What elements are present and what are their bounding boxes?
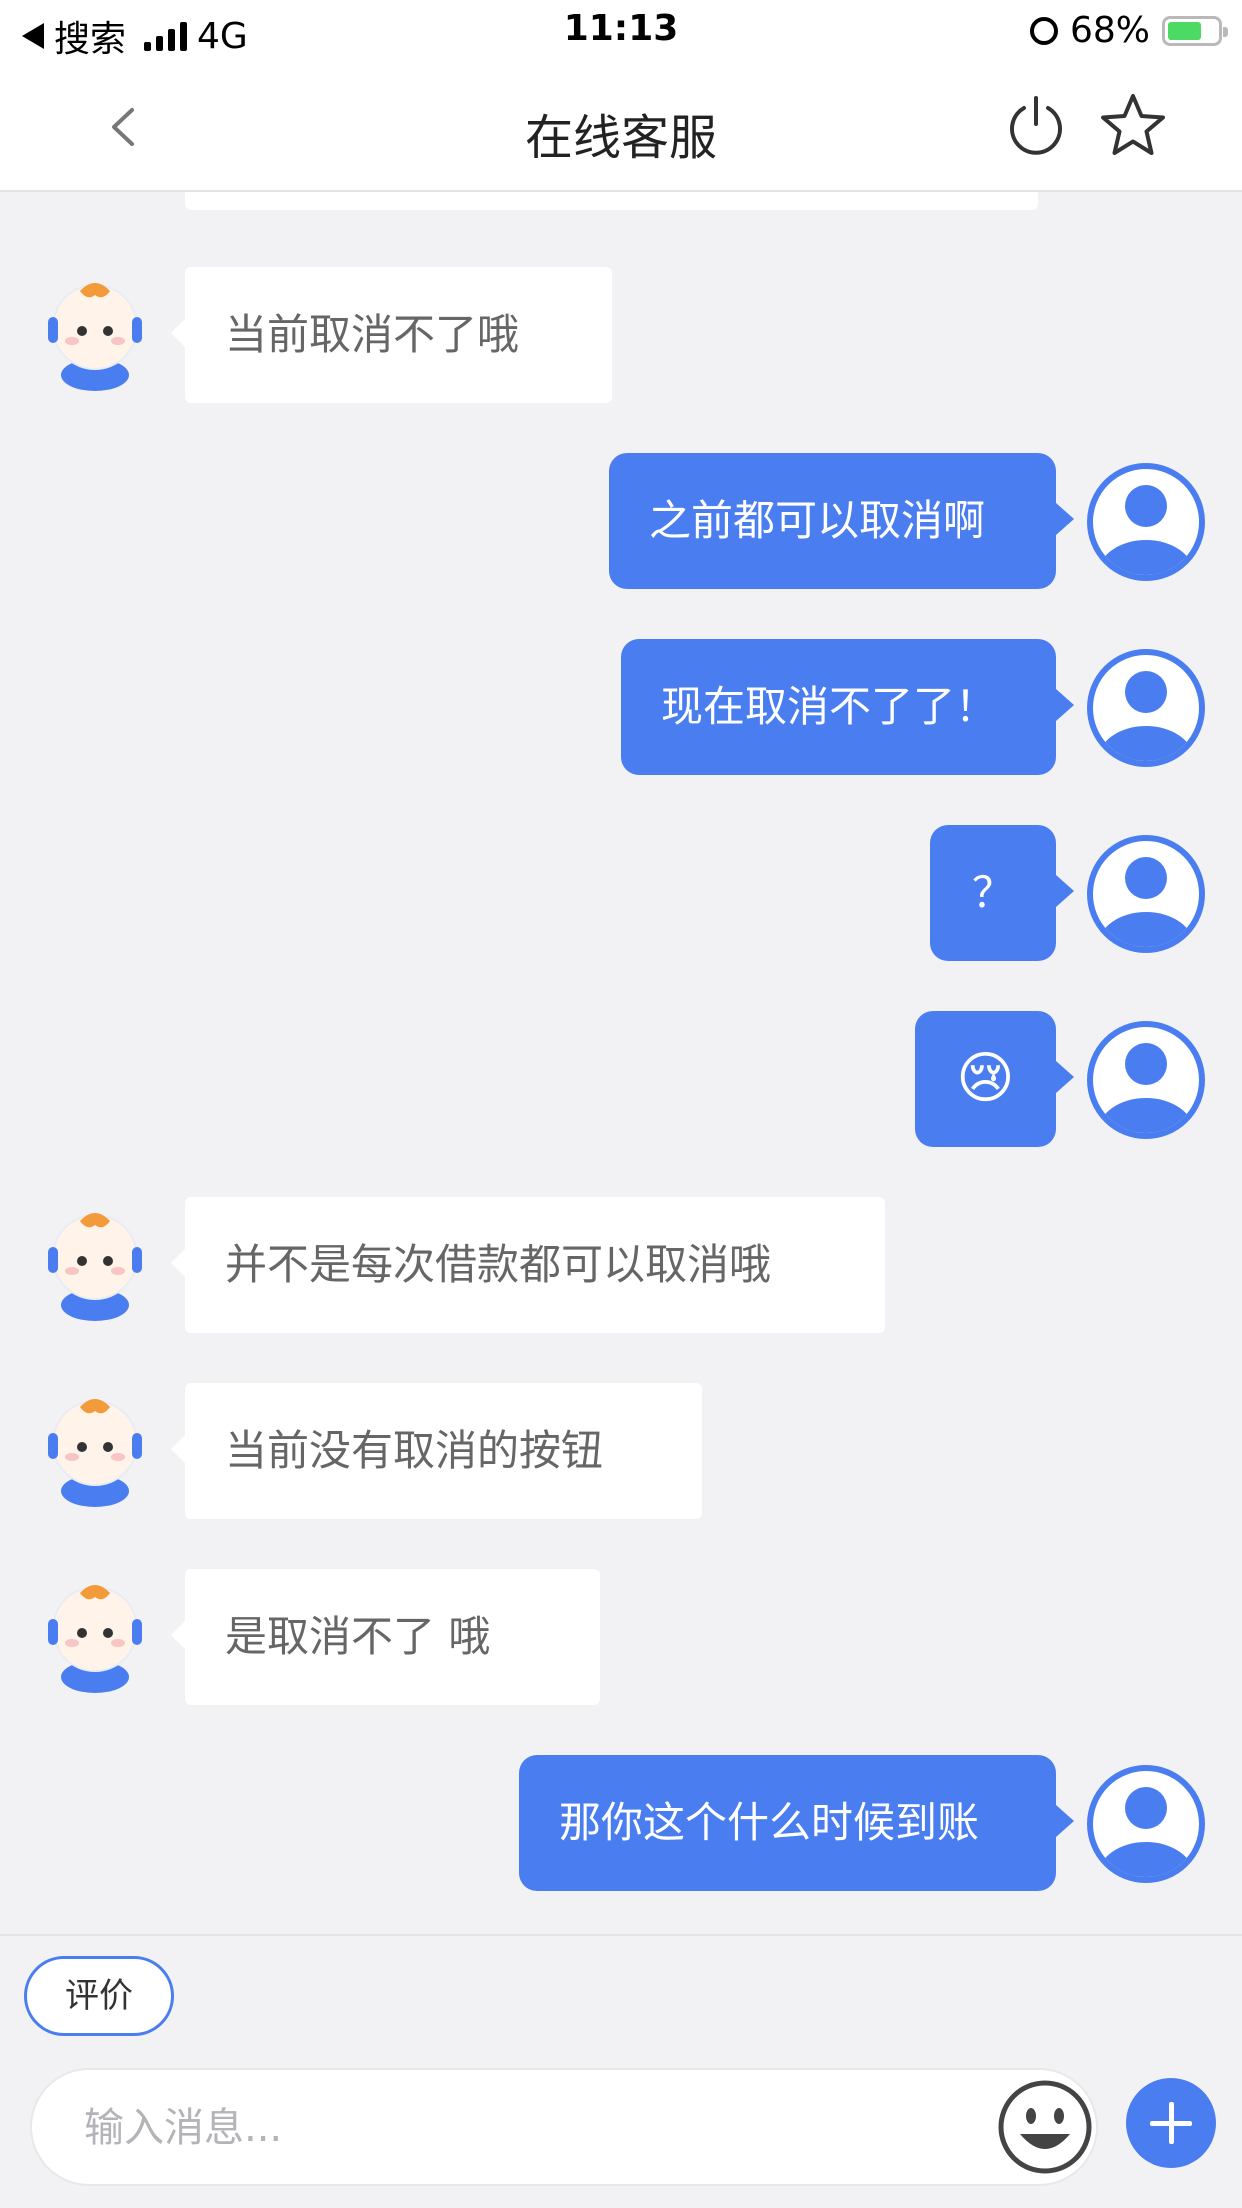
smiley-icon[interactable] <box>996 2078 1094 2176</box>
user-emoji-bubble: 😢 <box>915 1011 1074 1147</box>
chat-area[interactable]: 当前取消不了哦 之前都可以取消啊 现在取消不了了！ ？ 😢 并不是每次借款都可以… <box>0 192 1242 1934</box>
user-avatar <box>1087 463 1205 581</box>
user-message-bubble: 现在取消不了了！ <box>621 639 1074 775</box>
user-avatar <box>1087 649 1205 767</box>
agent-avatar <box>48 283 142 391</box>
agent-message-bubble: 当前没有取消的按钮 <box>171 1383 702 1519</box>
message-input[interactable] <box>82 2070 986 2186</box>
agent-message-bubble: 当前取消不了哦 <box>171 267 612 403</box>
rate-button[interactable]: 评价 <box>24 1956 174 2036</box>
agent-avatar <box>48 1213 142 1321</box>
user-avatar <box>1087 1765 1205 1883</box>
battery-icon <box>1162 15 1228 46</box>
star-icon[interactable] <box>1100 92 1166 158</box>
status-right: 68% <box>1029 10 1228 51</box>
composer-area: 评价 <box>0 1934 1242 2208</box>
message-input-box[interactable] <box>30 2068 1098 2186</box>
agent-message-bubble: 是取消不了 哦 <box>171 1569 600 1705</box>
agent-avatar <box>48 1399 142 1507</box>
agent-avatar <box>48 1585 142 1693</box>
user-message-bubble: 之前都可以取消啊 <box>609 453 1074 589</box>
rotation-lock-icon <box>1029 16 1058 45</box>
power-icon[interactable] <box>1004 94 1068 158</box>
partial-message-bubble <box>185 192 1038 210</box>
status-bar: 搜索 4G 11:13 68% <box>0 0 1242 62</box>
user-message-bubble: ？ <box>930 825 1074 961</box>
battery-percent: 68% <box>1069 10 1150 51</box>
user-avatar <box>1087 835 1205 953</box>
agent-message-bubble: 并不是每次借款都可以取消哦 <box>171 1197 885 1333</box>
nav-bar: 在线客服 <box>0 62 1242 192</box>
user-avatar <box>1087 1021 1205 1139</box>
plus-icon[interactable] <box>1126 2078 1216 2168</box>
user-message-bubble: 那你这个什么时候到账 <box>519 1755 1074 1891</box>
